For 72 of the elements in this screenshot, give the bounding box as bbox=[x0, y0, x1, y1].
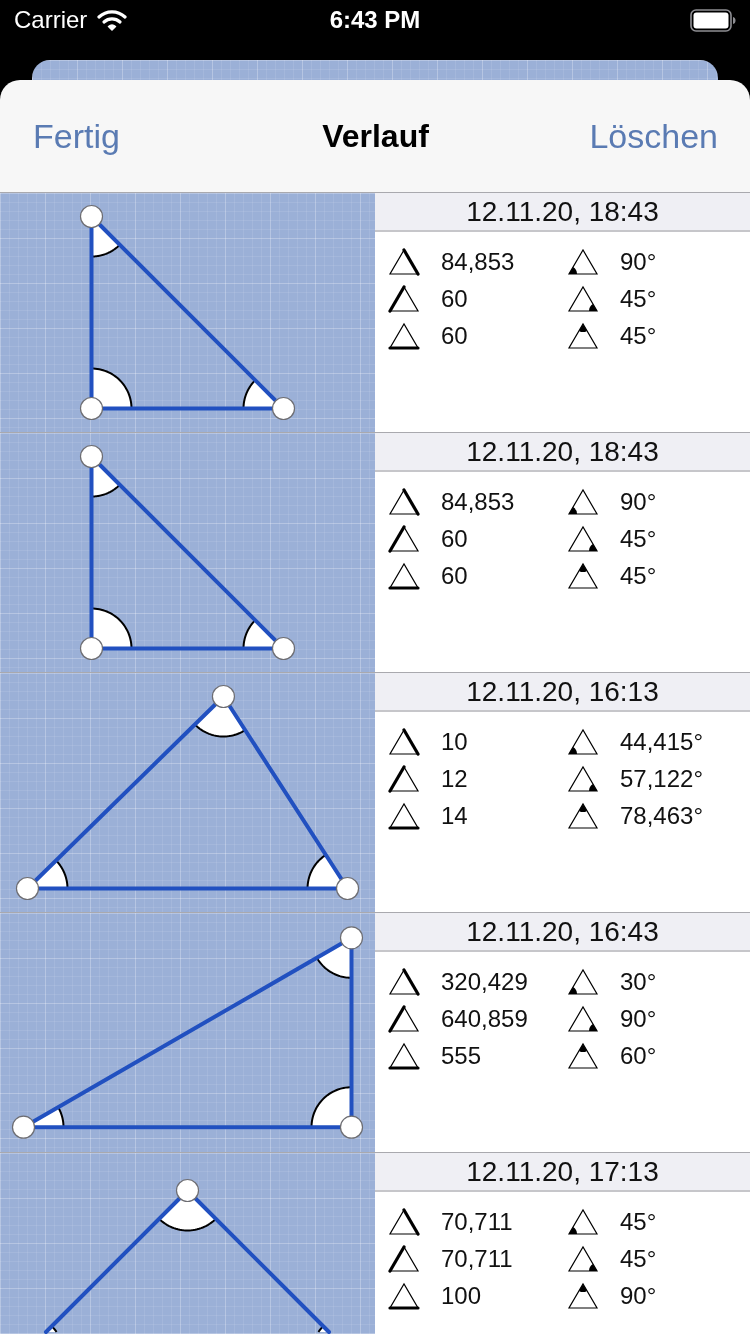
side-length: 320,429 bbox=[441, 966, 528, 997]
side-length: 60 bbox=[441, 320, 468, 351]
side-length: 60 bbox=[441, 283, 468, 314]
status-time: 6:43 PM bbox=[329, 6, 421, 34]
done-button[interactable]: Fertig bbox=[33, 116, 120, 156]
side-length: 100 bbox=[441, 1280, 482, 1311]
side-length: 60 bbox=[441, 523, 468, 554]
side-length: 14 bbox=[441, 800, 468, 831]
angle-value: 90° bbox=[620, 1003, 657, 1034]
angle-value: 78,463° bbox=[620, 800, 703, 831]
triangle-side-icon bbox=[388, 1281, 420, 1310]
triangle-angle-icon bbox=[567, 524, 599, 553]
triangle-angle-icon bbox=[567, 321, 599, 350]
triangle-side-icon bbox=[388, 801, 420, 830]
triangle-side-icon bbox=[388, 487, 420, 516]
triangle-side-icon bbox=[388, 1207, 420, 1236]
angle-value: 90° bbox=[620, 1280, 657, 1311]
battery-icon bbox=[690, 8, 736, 32]
triangle-side-icon bbox=[388, 524, 420, 553]
nav-title: Verlauf bbox=[322, 117, 429, 156]
side-length: 12 bbox=[441, 763, 468, 794]
wifi-icon bbox=[97, 9, 128, 31]
side-length: 60 bbox=[441, 560, 468, 591]
side-length: 84,853 bbox=[441, 486, 515, 517]
side-length: 70,711 bbox=[441, 1206, 513, 1237]
triangle-angle-icon bbox=[567, 1004, 599, 1033]
angle-value: 90° bbox=[620, 486, 657, 517]
triangle-angle-icon bbox=[567, 967, 599, 996]
triangle-angle-icon bbox=[567, 1281, 599, 1310]
side-length: 84,853 bbox=[441, 246, 515, 277]
carrier-label: Carrier bbox=[14, 6, 88, 34]
triangle-angle-icon bbox=[567, 1207, 599, 1236]
triangle-side-icon bbox=[388, 284, 420, 313]
date-header: 12.11.20, 17:13 bbox=[375, 1153, 750, 1192]
triangle-side-icon bbox=[388, 967, 420, 996]
angle-value: 45° bbox=[620, 560, 657, 591]
angle-value: 45° bbox=[620, 283, 657, 314]
angle-value: 45° bbox=[620, 1243, 657, 1274]
angle-value: 57,122° bbox=[620, 763, 703, 794]
side-length: 640,859 bbox=[441, 1003, 528, 1034]
triangle-angle-icon bbox=[567, 561, 599, 590]
triangle-side-icon bbox=[388, 764, 420, 793]
triangle-side-icon bbox=[388, 727, 420, 756]
angle-value: 45° bbox=[620, 1206, 657, 1237]
triangle-angle-icon bbox=[567, 487, 599, 516]
triangle-angle-icon bbox=[567, 764, 599, 793]
date-header: 12.11.20, 18:43 bbox=[375, 193, 750, 232]
triangle-side-icon bbox=[388, 1041, 420, 1070]
date-header: 12.11.20, 16:43 bbox=[375, 913, 750, 952]
triangle-angle-icon bbox=[567, 247, 599, 276]
triangle-angle-icon bbox=[567, 727, 599, 756]
triangle-side-icon bbox=[388, 561, 420, 590]
side-length: 555 bbox=[441, 1040, 482, 1071]
triangle-side-icon bbox=[388, 321, 420, 350]
angle-value: 45° bbox=[620, 523, 657, 554]
triangle-side-icon bbox=[388, 1244, 420, 1273]
date-header: 12.11.20, 16:13 bbox=[375, 673, 750, 712]
date-header: 12.11.20, 18:43 bbox=[375, 433, 750, 472]
triangle-angle-icon bbox=[567, 801, 599, 830]
angle-value: 90° bbox=[620, 246, 657, 277]
triangle-side-icon bbox=[388, 1004, 420, 1033]
angle-value: 45° bbox=[620, 320, 657, 351]
side-length: 10 bbox=[441, 726, 468, 757]
triangle-angle-icon bbox=[567, 1244, 599, 1273]
triangle-angle-icon bbox=[567, 284, 599, 313]
triangle-angle-icon bbox=[567, 1041, 599, 1070]
delete-button[interactable]: Löschen bbox=[589, 116, 718, 156]
triangle-side-icon bbox=[388, 247, 420, 276]
angle-value: 30° bbox=[620, 966, 657, 997]
angle-value: 44,415° bbox=[620, 726, 703, 757]
angle-value: 60° bbox=[620, 1040, 657, 1071]
side-length: 70,711 bbox=[441, 1243, 513, 1274]
